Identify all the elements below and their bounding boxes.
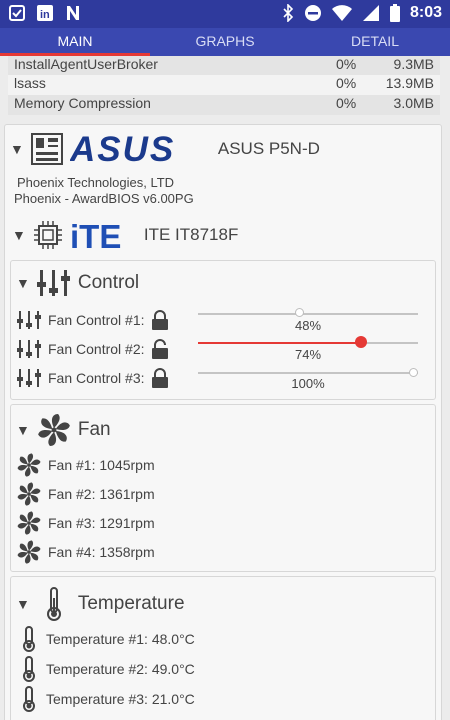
chip-name: ITE IT8718F — [143, 225, 239, 244]
status-bar: in 8:03 — [0, 0, 450, 28]
temperature-row: Temperature #1: 48.0°C — [18, 626, 195, 652]
thermometer-icon — [23, 656, 35, 682]
lock-closed-icon[interactable] — [151, 368, 169, 388]
bios-version: Phoenix - AwardBIOS v6.00PG — [14, 191, 194, 206]
fan-icon — [17, 540, 41, 564]
collapse-arrow-icon[interactable]: ▼ — [16, 422, 30, 438]
thermometer-icon — [46, 587, 61, 621]
main-content: InstallAgentUserBroker 0% 9.3MB lsass 0%… — [0, 56, 450, 720]
chip-icon — [33, 221, 62, 249]
thermometer-icon — [23, 686, 35, 712]
fan-header[interactable]: ▼ Fan — [16, 412, 111, 448]
bios-vendor: Phoenix Technologies, LTD — [17, 175, 175, 190]
n-notification-icon — [67, 6, 79, 20]
fan-control-slider[interactable] — [198, 372, 418, 374]
fan-row: Fan #1: 1045rpm — [16, 452, 155, 478]
fan-control-row: Fan Control #2: — [16, 339, 169, 359]
tab-graphs[interactable]: GRAPHS — [150, 28, 300, 56]
do-not-disturb-icon — [304, 5, 321, 21]
process-memory: 13.9MB — [385, 75, 434, 91]
signal-icon — [362, 5, 379, 21]
asus-logo: ASUS — [70, 132, 175, 166]
process-memory: 3.0MB — [393, 95, 434, 111]
svg-text:iTE: iTE — [70, 218, 121, 252]
fan-control-label: Fan Control #1: — [48, 312, 145, 328]
fan-control-label: Fan Control #3: — [48, 370, 145, 386]
fan-control-row: Fan Control #3: — [16, 368, 169, 388]
lock-open-icon[interactable] — [151, 339, 169, 359]
process-memory: 9.3MB — [393, 56, 434, 72]
fan-control-value: 100% — [291, 376, 325, 391]
fan-reading: Fan #3: 1291rpm — [48, 515, 155, 531]
slider-thumb[interactable] — [354, 336, 367, 348]
process-row[interactable]: lsass 0% 13.9MB — [8, 75, 440, 95]
fan-reading: Fan #2: 1361rpm — [48, 486, 155, 502]
fan-icon — [17, 453, 41, 477]
fan-row: Fan #4: 1358rpm — [16, 539, 155, 565]
slider-thumb[interactable] — [408, 368, 418, 377]
process-cpu: 0% — [336, 95, 357, 111]
collapse-arrow-icon[interactable]: ▼ — [12, 227, 26, 243]
temperature-reading: Temperature #1: 48.0°C — [46, 631, 195, 647]
fan-row: Fan #2: 1361rpm — [16, 481, 155, 507]
control-header[interactable]: ▼ Control — [16, 268, 139, 298]
tab-bar: MAIN GRAPHS DETAIL — [0, 28, 450, 56]
fan-icon — [17, 482, 41, 506]
tab-detail[interactable]: DETAIL — [300, 28, 450, 56]
temperature-header[interactable]: ▼ Temperature — [16, 586, 185, 622]
svg-text:in: in — [40, 9, 50, 21]
process-cpu: 0% — [336, 56, 357, 72]
linkedin-notification-icon: in — [37, 5, 53, 21]
slider-fill — [198, 342, 361, 344]
process-row[interactable]: Memory Compression 0% 3.0MB — [8, 95, 440, 115]
process-row[interactable]: InstallAgentUserBroker 0% 9.3MB — [8, 56, 440, 76]
process-cpu: 0% — [336, 75, 357, 91]
control-title: Control — [77, 272, 140, 293]
bluetooth-icon — [283, 4, 294, 22]
ite-logo: iTE — [70, 218, 121, 252]
motherboard-model: ASUS P5N-D — [217, 139, 320, 158]
process-name: InstallAgentUserBroker — [14, 56, 158, 72]
fan-control-value: 74% — [294, 347, 322, 362]
fan-control-sliders-icon — [17, 311, 41, 329]
fan-control-label: Fan Control #2: — [48, 341, 145, 357]
temperature-title: Temperature — [77, 593, 185, 614]
svg-text:ASUS: ASUS — [70, 132, 175, 166]
lock-closed-icon[interactable] — [151, 310, 169, 330]
clock: 8:03 — [409, 4, 442, 21]
fan-icon — [17, 511, 41, 535]
fan-title: Fan — [77, 419, 111, 440]
fan-control-value: 48% — [294, 318, 322, 333]
fan-control-row: Fan Control #1: — [16, 310, 169, 330]
temperature-reading: Temperature #2: 49.0°C — [46, 661, 195, 677]
fan-row: Fan #3: 1291rpm — [16, 510, 155, 536]
temperature-reading: Temperature #3: 21.0°C — [46, 691, 195, 707]
process-name: lsass — [14, 75, 46, 91]
fan-reading: Fan #4: 1358rpm — [48, 544, 155, 560]
checkbox-notification-icon — [9, 5, 25, 21]
battery-icon — [389, 4, 400, 22]
wifi-icon — [331, 5, 352, 21]
fan-control-sliders-icon — [36, 270, 70, 296]
chip-header[interactable]: ▼ iTE ITE IT8718F — [12, 218, 238, 252]
temperature-row: Temperature #3: 21.0°C — [18, 686, 195, 712]
fan-control-slider[interactable] — [198, 313, 418, 315]
tab-main[interactable]: MAIN — [0, 28, 150, 56]
collapse-arrow-icon[interactable]: ▼ — [10, 141, 24, 157]
process-name: Memory Compression — [14, 95, 151, 111]
fan-control-sliders-icon — [17, 340, 41, 358]
motherboard-icon — [30, 133, 63, 165]
fan-icon — [38, 414, 70, 446]
thermometer-icon — [23, 626, 35, 652]
motherboard-header[interactable]: ▼ ASUS ASUS P5N-D — [10, 132, 320, 166]
fan-control-sliders-icon — [17, 369, 41, 387]
collapse-arrow-icon[interactable]: ▼ — [16, 596, 30, 612]
collapse-arrow-icon[interactable]: ▼ — [16, 275, 30, 291]
temperature-row: Temperature #2: 49.0°C — [18, 656, 195, 682]
fan-reading: Fan #1: 1045rpm — [48, 457, 155, 473]
